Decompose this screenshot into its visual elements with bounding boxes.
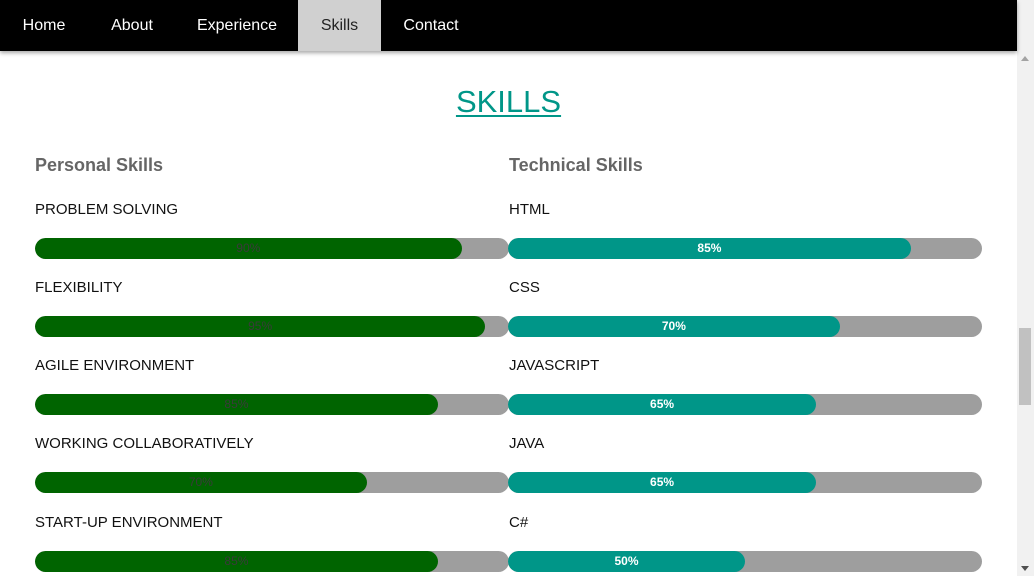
technical-skill-label: JAVASCRIPT: [509, 357, 600, 374]
technical-skill-label: HTML: [509, 201, 550, 218]
personal-skill-label: AGILE ENVIRONMENT: [35, 357, 195, 374]
personal-skill-label: PROBLEM SOLVING: [35, 201, 179, 218]
technical-skill-fill: 85%: [508, 238, 911, 259]
technical-skill-label: C#: [509, 514, 529, 531]
nav-home[interactable]: Home: [0, 0, 88, 51]
technical-skill-bar: 65%: [508, 472, 982, 493]
technical-skill-bar: 65%: [508, 394, 982, 415]
skills-heading[interactable]: SKILLS: [0, 84, 1017, 120]
technical-skill-label: CSS: [509, 279, 540, 296]
technical-skill-fill: 70%: [508, 316, 840, 337]
nav-skills[interactable]: Skills: [298, 0, 381, 51]
technical-skill-label: JAVA: [509, 435, 545, 452]
technical-skill-bar: 50%: [508, 551, 982, 572]
personal-skill-fill: 85%: [35, 394, 438, 415]
technical-skill-fill: 65%: [508, 394, 817, 415]
personal-skill-fill: 70%: [35, 472, 367, 493]
personal-skill-fill: 95%: [35, 316, 486, 337]
page: Home About Experience Skills Contact SKI…: [0, 0, 1034, 576]
personal-skill-bar: 85%: [35, 394, 509, 415]
technical-skill-bar: 85%: [508, 238, 982, 259]
personal-skill-label: START-UP ENVIRONMENT: [35, 514, 223, 531]
personal-skill-label: FLEXIBILITY: [35, 279, 123, 296]
scroll-down-icon[interactable]: [1021, 566, 1029, 571]
personal-skill-bar: 85%: [35, 551, 509, 572]
scroll-up-icon[interactable]: [1021, 56, 1029, 61]
technical-skill-bar: 70%: [508, 316, 982, 337]
technical-skill-fill: 50%: [508, 551, 745, 572]
personal-skill-label: WORKING COLLABORATIVELY: [35, 435, 254, 452]
personal-skills-title: Personal Skills: [35, 155, 164, 175]
technical-skill-fill: 65%: [508, 472, 817, 493]
personal-skill-fill: 85%: [35, 551, 438, 572]
personal-skill-bar: 95%: [35, 316, 509, 337]
vertical-scrollbar[interactable]: [1017, 0, 1034, 576]
nav-experience[interactable]: Experience: [176, 0, 298, 51]
nav-contact[interactable]: Contact: [381, 0, 481, 51]
technical-skills-title: Technical Skills: [509, 155, 643, 175]
scrollbar-thumb[interactable]: [1019, 328, 1031, 405]
top-navbar: Home About Experience Skills Contact: [0, 0, 1017, 51]
personal-skill-bar: 90%: [35, 238, 509, 259]
personal-skill-bar: 70%: [35, 472, 509, 493]
personal-skill-fill: 90%: [35, 238, 462, 259]
nav-about[interactable]: About: [88, 0, 176, 51]
